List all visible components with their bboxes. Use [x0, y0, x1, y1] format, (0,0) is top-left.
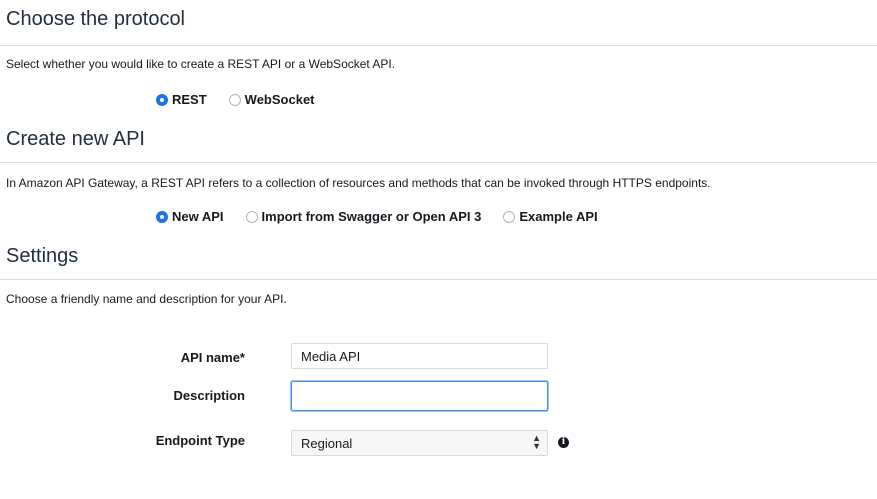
protocol-divider	[0, 45, 877, 46]
radio-new-api[interactable]: New API	[156, 209, 224, 224]
radio-example-api[interactable]: Example API	[503, 209, 598, 224]
radio-websocket[interactable]: WebSocket	[228, 92, 315, 107]
settings-section-title: Settings	[6, 245, 79, 267]
endpoint-type-value: Regional	[301, 435, 353, 451]
protocol-radio-group: REST WebSocket	[156, 92, 337, 107]
radio-rest-label: REST	[172, 92, 207, 107]
radio-websocket-icon[interactable]	[228, 93, 241, 106]
radio-new-api-label: New API	[172, 209, 224, 224]
api-name-input[interactable]	[291, 343, 548, 369]
radio-websocket-label: WebSocket	[244, 92, 315, 107]
create-radio-group: New API Import from Swagger or Open API …	[156, 209, 620, 224]
radio-example-api-label: Example API	[519, 209, 598, 224]
create-section-title: Create new API	[6, 128, 145, 150]
radio-new-api-selected-icon[interactable]	[156, 210, 168, 223]
radio-rest-selected-icon[interactable]	[156, 93, 168, 106]
endpoint-type-select[interactable]: Regional ▲ ▼	[291, 430, 548, 456]
create-divider	[0, 162, 877, 163]
protocol-section-title: Choose the protocol	[6, 8, 186, 30]
radio-import-swagger[interactable]: Import from Swagger or Open API 3	[245, 209, 482, 224]
radio-rest[interactable]: REST	[156, 92, 207, 107]
create-description: In Amazon API Gateway, a REST API refers…	[6, 176, 711, 190]
select-arrows-icon: ▲ ▼	[532, 433, 541, 451]
settings-divider	[0, 279, 877, 280]
radio-import-swagger-icon[interactable]	[245, 210, 258, 223]
radio-import-swagger-label: Import from Swagger or Open API 3	[261, 209, 482, 224]
api-name-label: API name*	[180, 350, 245, 365]
settings-description: Choose a friendly name and description f…	[6, 292, 287, 306]
description-input[interactable]	[291, 381, 548, 411]
radio-example-api-icon[interactable]	[503, 210, 516, 223]
info-icon[interactable]: i	[558, 437, 569, 448]
endpoint-type-label: Endpoint Type	[155, 433, 245, 448]
description-label: Description	[173, 388, 245, 403]
protocol-description: Select whether you would like to create …	[6, 57, 396, 71]
